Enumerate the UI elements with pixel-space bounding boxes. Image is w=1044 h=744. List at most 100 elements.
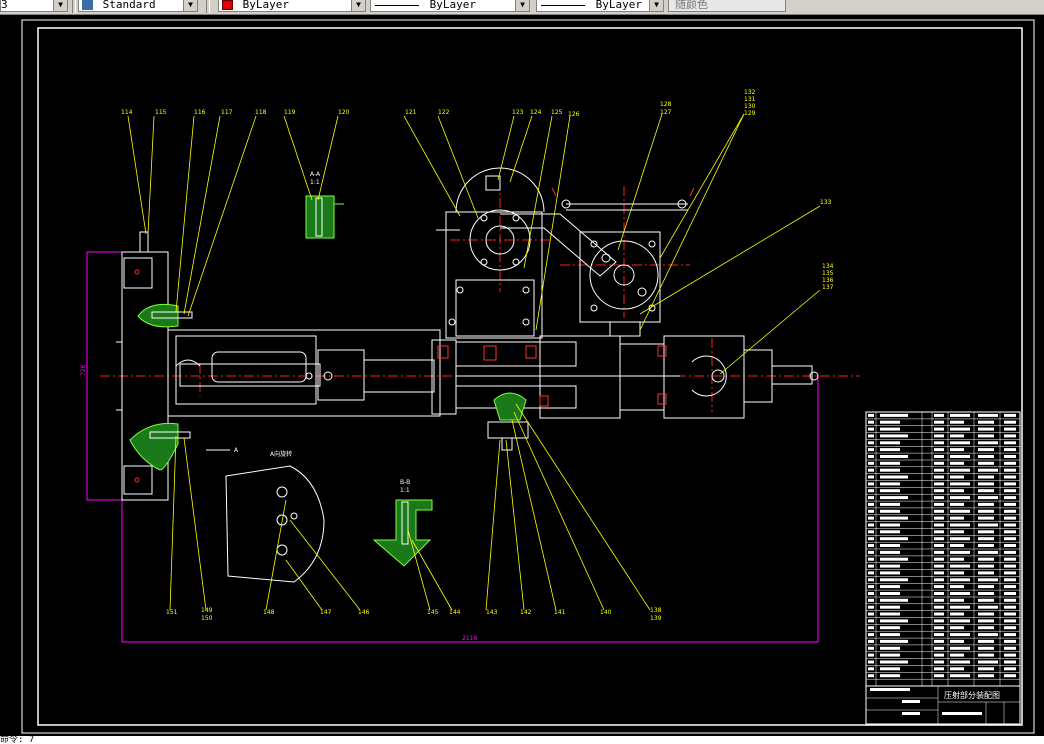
table-cell-text: [978, 413, 998, 417]
table-cell-text: [950, 592, 970, 595]
color-combo[interactable]: ByLayer ▼: [218, 0, 366, 12]
table-cell-text: [868, 502, 874, 506]
svg-text:128: 128: [660, 101, 672, 108]
table-cell-text: [868, 619, 874, 623]
table-cell-text: [880, 633, 900, 637]
table-cell-text: [868, 612, 874, 616]
table-cell-text: [978, 496, 998, 500]
table-cell-text: [934, 502, 944, 506]
injection-cylinder: [167, 329, 813, 419]
chevron-down-icon[interactable]: ▼: [351, 0, 365, 11]
table-cell-text: [868, 413, 874, 417]
rotated-view-outline: [225, 465, 325, 583]
table-cell-text: [978, 420, 994, 424]
table-cell-text: [868, 550, 874, 554]
table-cell-text: [950, 455, 970, 458]
chevron-down-icon[interactable]: ▼: [515, 0, 529, 11]
svg-text:131: 131: [744, 96, 756, 103]
dim-height-label: 726: [80, 364, 87, 376]
table-cell-text: [1004, 578, 1016, 582]
table-cell-text: [1004, 660, 1016, 664]
table-cell-text: [950, 434, 964, 438]
table-cell-text: [934, 639, 944, 643]
table-cell-text: [880, 530, 900, 534]
prev-combo[interactable]: 3 ▼: [0, 0, 68, 12]
text-style-value: Standard: [102, 0, 156, 11]
table-cell-text: [950, 550, 970, 554]
cad-drawing[interactable]: 726 2116 A-A 1:1 B-B 1:1 A向旋转 A 114 115 …: [0, 14, 1044, 736]
table-cell-text: [950, 496, 970, 500]
linetype-combo[interactable]: ByLayer ▼: [370, 0, 530, 12]
gearbox: [566, 203, 688, 337]
table-cell-text: [934, 633, 944, 637]
table-cell-text: [978, 489, 994, 493]
table-cell-text: [1004, 557, 1016, 561]
table-cell-text: [1004, 633, 1016, 637]
toolbar-separator: [72, 0, 76, 13]
svg-text:135: 135: [822, 270, 834, 277]
table-cell-text: [1004, 646, 1016, 650]
table-cell-text: [934, 550, 944, 554]
svg-text:127: 127: [660, 109, 672, 116]
svg-text:141: 141: [554, 609, 566, 616]
table-cell-text: [880, 448, 900, 452]
drawing-canvas[interactable]: 726 2116 A-A 1:1 B-B 1:1 A向旋转 A 114 115 …: [0, 14, 1044, 736]
table-cell-text: [950, 523, 970, 527]
table-cell-text: [934, 619, 944, 623]
table-cell-text: [950, 653, 964, 657]
table-cell-text: [880, 619, 908, 623]
table-cell-text: [978, 667, 994, 671]
table-cell-text: [880, 605, 900, 609]
table-cell-text: [868, 571, 874, 575]
table-cell-text: [1004, 441, 1016, 445]
table-cell-text: [950, 427, 970, 431]
svg-text:129: 129: [744, 110, 756, 117]
table-cell-text: [868, 455, 874, 458]
chevron-down-icon[interactable]: ▼: [53, 0, 67, 11]
table-cell-text: [978, 550, 998, 554]
table-cell-text: [880, 626, 900, 630]
table-cell-text: [880, 502, 900, 506]
lineweight-combo[interactable]: ByLayer ▼: [536, 0, 664, 12]
table-cell-text: [950, 598, 964, 602]
table-cell-text: [934, 564, 944, 568]
view-arrow-label: A: [234, 447, 239, 454]
table-cell-text: [880, 578, 908, 582]
properties-toolbar: 3 ▼ Standard ▼ ByLayer ▼ ByLayer ▼ ByLay…: [0, 0, 1044, 15]
table-cell-text: [934, 646, 944, 650]
table-cell-text: [868, 523, 874, 527]
svg-text:125: 125: [551, 109, 563, 116]
table-cell-text: [978, 585, 994, 589]
svg-text:138: 138: [650, 607, 662, 614]
dim-width-label: 2116: [462, 635, 477, 642]
table-cell-text: [934, 482, 944, 486]
table-cell-text: [868, 516, 874, 520]
table-cell-text: [950, 420, 964, 424]
table-cell-text: [978, 571, 994, 575]
table-cell-text: [868, 489, 874, 493]
table-cell-text: [950, 475, 964, 479]
plot-style-combo[interactable]: 随颜色: [668, 0, 786, 12]
section-aa-scale: 1:1: [310, 179, 320, 186]
svg-text:117: 117: [221, 109, 233, 116]
table-cell-text: [880, 571, 900, 575]
svg-text:140: 140: [600, 609, 612, 616]
table-cell-text: [934, 530, 944, 534]
hatched-section: [129, 422, 179, 471]
text-style-combo[interactable]: Standard ▼: [78, 0, 198, 12]
table-cell-text: [1004, 612, 1016, 616]
table-cell-text: [868, 475, 874, 479]
table-cell-text: [934, 420, 944, 424]
table-cell-text: [978, 626, 994, 630]
svg-text:120: 120: [338, 109, 350, 116]
table-cell-text: [950, 585, 964, 589]
table-cell-text: [950, 578, 970, 582]
command-line[interactable]: 命令: 7: [0, 736, 1044, 744]
table-cell-text: [1004, 461, 1016, 465]
table-cell-text: [1004, 413, 1016, 417]
chevron-down-icon[interactable]: ▼: [649, 0, 663, 11]
table-cell-text: [950, 612, 964, 616]
svg-text:116: 116: [194, 109, 206, 116]
chevron-down-icon[interactable]: ▼: [183, 0, 197, 11]
table-cell-text: [934, 592, 944, 595]
